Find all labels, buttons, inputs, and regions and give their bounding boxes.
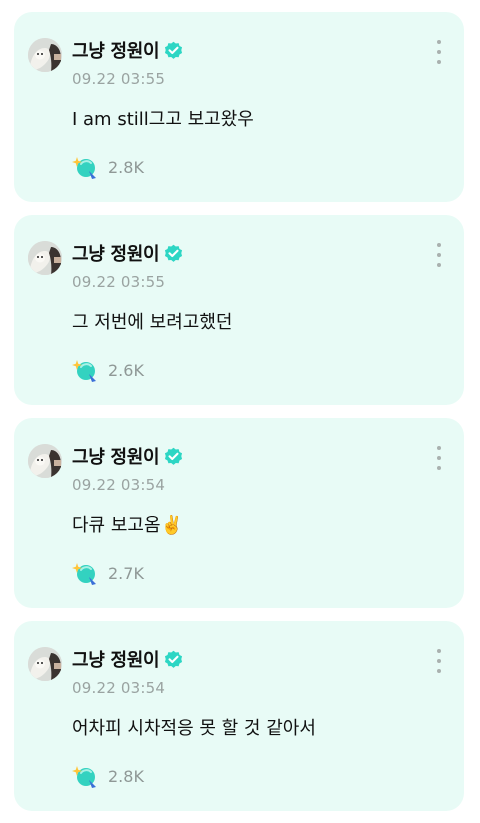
reaction-count: 2.8K [108,766,144,786]
author-name[interactable]: 그냥 정원이 [72,646,160,672]
more-dot-icon [437,263,441,267]
post-timestamp: 09.22 03:54 [72,679,166,697]
reaction-button[interactable]: 2.7K [72,560,144,586]
author-row: 그냥 정원이 [72,647,183,671]
post-text: I am still그고 보고왔우 [72,109,254,130]
verified-badge-icon [164,41,183,60]
author-name[interactable]: 그냥 정원이 [72,443,160,469]
post-timestamp: 09.22 03:54 [72,476,166,494]
reaction-count: 2.6K [108,360,144,380]
avatar[interactable] [28,241,62,275]
reaction-count: 2.8K [108,157,144,177]
verified-badge-icon [164,244,183,263]
alpaca-avatar-icon [28,38,62,72]
post-card[interactable]: 그냥 정원이 09.22 03:55 그 저번에 보려고했던 2.6K [14,215,464,405]
post-card[interactable]: 그냥 정원이 09.22 03:54 어차피 시차적응 못 할 것 같아서 2.… [14,621,464,811]
post-text: 다큐 보고옴✌️ [72,515,183,536]
reaction-sparkle-icon [72,560,98,586]
more-dot-icon [437,446,441,450]
more-dot-icon [437,60,441,64]
reaction-count: 2.7K [108,563,144,583]
more-options-button[interactable] [430,38,448,66]
post-text: 그 저번에 보려고했던 [72,312,233,333]
author-row: 그냥 정원이 [72,241,183,265]
avatar[interactable] [28,444,62,478]
author-name[interactable]: 그냥 정원이 [72,37,160,63]
post-card[interactable]: 그냥 정원이 09.22 03:55 I am still그고 보고왔우 2.8… [14,12,464,202]
reaction-button[interactable]: 2.8K [72,763,144,789]
reaction-sparkle-icon [72,154,98,180]
author-row: 그냥 정원이 [72,444,183,468]
alpaca-avatar-icon [28,647,62,681]
post-timestamp: 09.22 03:55 [72,273,166,291]
more-options-button[interactable] [430,444,448,472]
post-text: 어차피 시차적응 못 할 것 같아서 [72,718,316,739]
post-timestamp: 09.22 03:55 [72,70,166,88]
more-dot-icon [437,253,441,257]
author-name[interactable]: 그냥 정원이 [72,240,160,266]
more-dot-icon [437,40,441,44]
verified-badge-icon [164,650,183,669]
alpaca-avatar-icon [28,241,62,275]
verified-badge-icon [164,447,183,466]
more-options-button[interactable] [430,241,448,269]
more-dot-icon [437,50,441,54]
reaction-sparkle-icon [72,763,98,789]
alpaca-avatar-icon [28,444,62,478]
reaction-sparkle-icon [72,357,98,383]
author-row: 그냥 정원이 [72,38,183,62]
more-dot-icon [437,649,441,653]
more-dot-icon [437,456,441,460]
avatar[interactable] [28,38,62,72]
avatar[interactable] [28,647,62,681]
reaction-button[interactable]: 2.6K [72,357,144,383]
more-dot-icon [437,659,441,663]
more-options-button[interactable] [430,647,448,675]
more-dot-icon [437,466,441,470]
post-card[interactable]: 그냥 정원이 09.22 03:54 다큐 보고옴✌️ 2.7K [14,418,464,608]
more-dot-icon [437,669,441,673]
more-dot-icon [437,243,441,247]
reaction-button[interactable]: 2.8K [72,154,144,180]
